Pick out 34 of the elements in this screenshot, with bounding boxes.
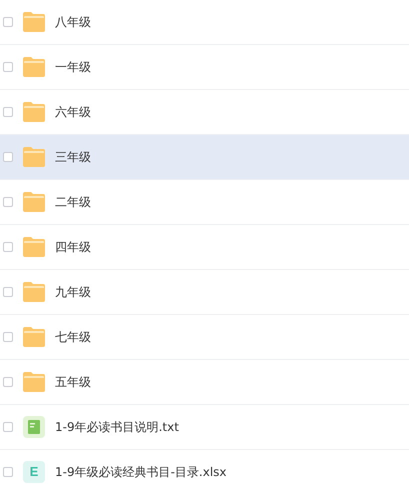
checkbox[interactable] xyxy=(3,467,13,477)
file-name: 1-9年必读书目说明.txt xyxy=(55,419,179,436)
checkbox[interactable] xyxy=(3,197,13,207)
file-name: 一年级 xyxy=(55,59,91,76)
spreadsheet-file-icon: E xyxy=(23,461,45,483)
file-row[interactable]: 三年级 xyxy=(0,135,409,180)
file-name: 二年级 xyxy=(55,194,91,211)
checkbox[interactable] xyxy=(3,332,13,342)
file-name: 三年级 xyxy=(55,149,91,166)
file-name: 五年级 xyxy=(55,374,91,391)
text-file-icon xyxy=(23,416,45,438)
checkbox[interactable] xyxy=(3,62,13,72)
file-name: 1-9年级必读经典书目-目录.xlsx xyxy=(55,464,227,481)
checkbox[interactable] xyxy=(3,287,13,297)
file-name: 七年级 xyxy=(55,329,91,346)
folder-icon xyxy=(22,236,46,258)
folder-icon xyxy=(22,281,46,303)
folder-icon xyxy=(22,326,46,348)
folder-icon xyxy=(22,101,46,123)
checkbox[interactable] xyxy=(3,152,13,162)
checkbox[interactable] xyxy=(3,242,13,252)
folder-icon xyxy=(22,191,46,213)
checkbox[interactable] xyxy=(3,17,13,27)
checkbox[interactable] xyxy=(3,422,13,432)
folder-icon xyxy=(22,371,46,393)
file-name: 六年级 xyxy=(55,104,91,121)
checkbox[interactable] xyxy=(3,107,13,117)
file-name: 九年级 xyxy=(55,284,91,301)
file-name: 四年级 xyxy=(55,239,91,256)
checkbox[interactable] xyxy=(3,377,13,387)
file-name: 八年级 xyxy=(55,14,91,31)
folder-icon xyxy=(22,146,46,168)
folder-icon xyxy=(22,11,46,33)
folder-icon xyxy=(22,56,46,78)
